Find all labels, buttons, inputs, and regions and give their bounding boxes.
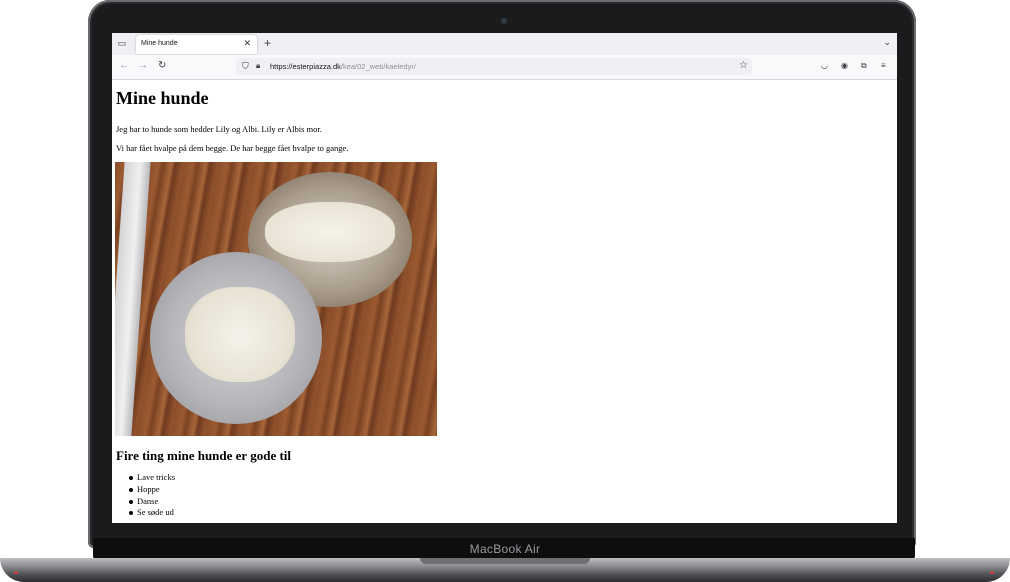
browser-window: ▭ Mine hunde ✕ + ⌄ ← → ↻ ⛉ 🔒︎ https://es… bbox=[112, 33, 897, 523]
base-accent-right bbox=[990, 572, 994, 574]
puppies-paragraph: Vi har fået hvalpe på dem begge. De har … bbox=[116, 143, 349, 153]
dog-sleeping-upper bbox=[265, 202, 395, 262]
pocket-icon[interactable]: ◡ bbox=[821, 61, 828, 71]
base-accent-left bbox=[14, 572, 18, 574]
list-item: Hoppe bbox=[112, 484, 175, 496]
account-icon[interactable]: ◉ bbox=[841, 61, 848, 71]
photo-wall bbox=[115, 162, 151, 436]
tab-list-icon[interactable]: ▭ bbox=[116, 38, 128, 49]
skills-list: Lave tricks Hoppe Danse Se søde ud bbox=[112, 472, 175, 519]
list-item: Se søde ud bbox=[112, 507, 175, 519]
tab-active[interactable]: Mine hunde ✕ bbox=[136, 35, 257, 54]
url-path: /kea/02_web/kaeledyr/ bbox=[340, 62, 416, 71]
webcam bbox=[501, 18, 507, 24]
list-item: Lave tricks bbox=[112, 472, 175, 484]
url-host: https://esterpiazza.dk bbox=[270, 62, 341, 71]
shield-icon[interactable]: ⛉ bbox=[242, 61, 249, 72]
puzzle-icon[interactable]: ⧉ bbox=[861, 61, 867, 71]
laptop-brand: MacBook Air bbox=[469, 542, 541, 556]
reload-icon[interactable]: ↻ bbox=[158, 60, 166, 72]
plus-icon[interactable]: + bbox=[264, 36, 271, 50]
intro-paragraph: Jeg har to hunde som hedder Lily og Albi… bbox=[116, 124, 322, 134]
close-icon[interactable]: ✕ bbox=[243, 38, 251, 49]
star-icon[interactable]: ☆ bbox=[739, 60, 748, 71]
page-title: Mine hunde bbox=[116, 88, 209, 108]
tab-bar: ▭ Mine hunde ✕ + ⌄ bbox=[112, 33, 897, 55]
laptop-notch bbox=[420, 558, 590, 564]
dogs-photo bbox=[115, 162, 437, 436]
section-heading: Fire ting mine hunde er gode til bbox=[116, 448, 292, 463]
nav-bar: ← → ↻ ⛉ 🔒︎ https://esterpiazza.dk/kea/02… bbox=[112, 55, 897, 80]
arrow-right-icon[interactable]: → bbox=[138, 60, 148, 72]
tab-title: Mine hunde bbox=[141, 40, 178, 47]
chevron-down-icon[interactable]: ⌄ bbox=[883, 37, 891, 48]
dog-sleeping-lower bbox=[185, 287, 295, 382]
arrow-left-icon[interactable]: ← bbox=[119, 60, 129, 72]
page-content: Mine hunde Jeg har to hunde som hedder L… bbox=[112, 80, 897, 523]
url-bar[interactable]: ⛉ 🔒︎ https://esterpiazza.dk/kea/02_web/k… bbox=[236, 58, 752, 75]
url-text[interactable]: https://esterpiazza.dk/kea/02_web/kaeled… bbox=[270, 62, 416, 71]
hamburger-menu-icon[interactable]: ≡ bbox=[881, 61, 886, 71]
list-item: Danse bbox=[112, 496, 175, 508]
lock-icon[interactable]: 🔒︎ bbox=[256, 61, 260, 71]
